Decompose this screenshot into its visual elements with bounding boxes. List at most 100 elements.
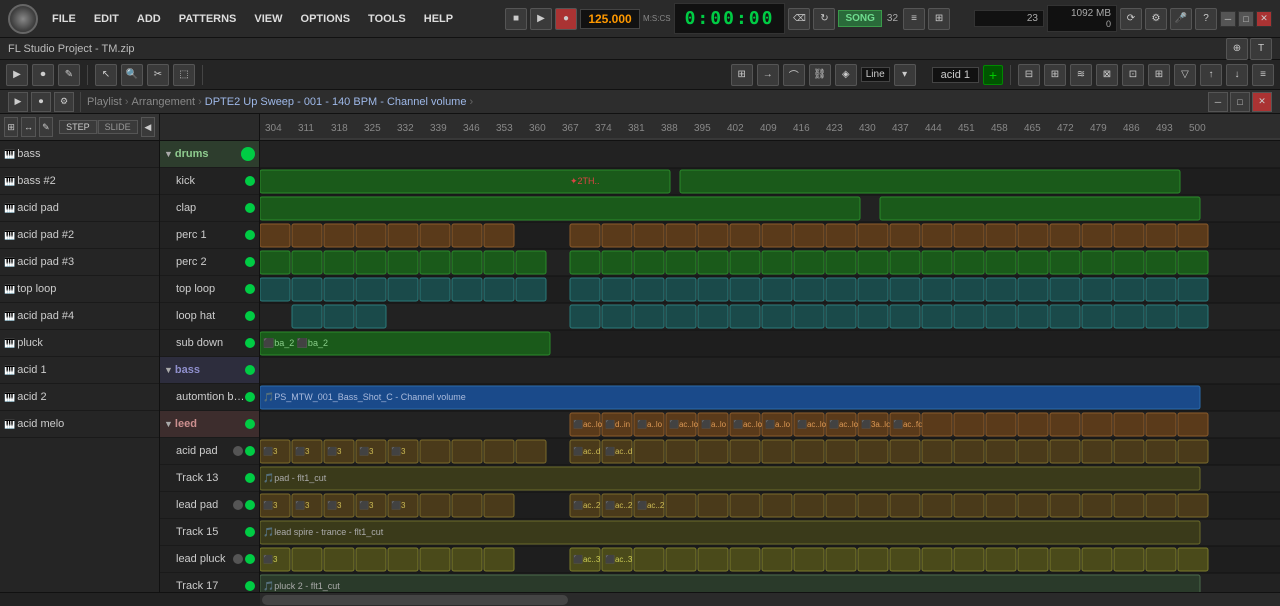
inst-bass[interactable]: 🎹 bass <box>0 141 159 168</box>
track-acidpad-leed[interactable]: acid pad <box>160 438 259 465</box>
add-pattern-btn[interactable]: + <box>983 65 1003 85</box>
vol-btn[interactable]: ◈ <box>835 64 857 86</box>
sidebar-arrow-left-btn[interactable]: ◀ <box>141 117 155 137</box>
track-perc2[interactable]: perc 2 <box>160 249 259 276</box>
dup-btn[interactable]: ⊡ <box>1122 64 1144 86</box>
track-leadpad[interactable]: lead pad <box>160 492 259 519</box>
inst-toploop[interactable]: 🎹 top loop <box>0 276 159 303</box>
scrollbar-right[interactable] <box>260 593 1280 606</box>
sidebar-collapse-btn[interactable]: ⊞ <box>4 117 18 137</box>
select-btn[interactable]: ⬚ <box>173 64 195 86</box>
toploop-dot[interactable] <box>245 284 255 294</box>
settings-btn[interactable]: ⚙ <box>1145 8 1167 30</box>
cursor-btn[interactable]: ↖ <box>95 64 117 86</box>
link-btn[interactable]: ⛓ <box>809 64 831 86</box>
track-kick[interactable]: kick <box>160 168 259 195</box>
mix-btn[interactable]: ≋ <box>1070 64 1092 86</box>
track-leadpluck[interactable]: lead pluck <box>160 546 259 573</box>
autombass-dot[interactable] <box>245 392 255 402</box>
menu-options[interactable]: OPTIONS <box>293 9 359 29</box>
playlist-max-btn[interactable]: □ <box>1230 92 1250 112</box>
scrollbar-thumb[interactable] <box>262 595 568 605</box>
playlist-close-btn[interactable]: ✕ <box>1252 92 1272 112</box>
win-close-btn[interactable]: ✕ <box>1256 11 1272 27</box>
track-autombass[interactable]: automtion bass <box>160 384 259 411</box>
track-loophat[interactable]: loop hat <box>160 303 259 330</box>
record2-btn[interactable]: ⏺ <box>32 64 54 86</box>
clap-dot[interactable] <box>245 203 255 213</box>
inst-acid1[interactable]: 🎹 acid 1 <box>0 357 159 384</box>
track-track17[interactable]: Track 17 <box>160 573 259 592</box>
play-btn[interactable]: ▶ <box>530 8 552 30</box>
track-group-bass[interactable]: ▼ bass <box>160 357 259 384</box>
inst-bass2[interactable]: 🎹 bass #2 <box>0 168 159 195</box>
bass-dot[interactable] <box>245 365 255 375</box>
leed-dot[interactable] <box>245 419 255 429</box>
record-btn[interactable]: ● <box>555 8 577 30</box>
track-toploop[interactable]: top loop <box>160 276 259 303</box>
inst-acidmelo[interactable]: 🎹 acid melo <box>0 411 159 438</box>
up-btn[interactable]: ↑ <box>1200 64 1222 86</box>
menu-tools[interactable]: TOOLS <box>360 9 414 29</box>
track-group-drums[interactable]: ▼ drums <box>160 141 259 168</box>
play2-btn[interactable]: ▶ <box>6 64 28 86</box>
collapse-btn[interactable]: ⊟ <box>1018 64 1040 86</box>
playlist-play-btn[interactable]: ▶ <box>8 92 28 112</box>
track13-dot[interactable] <box>245 473 255 483</box>
tool1-btn[interactable]: ✎ <box>58 64 80 86</box>
slide-btn[interactable]: SLIDE <box>98 120 138 134</box>
track17-dot[interactable] <box>245 581 255 591</box>
inst-pluck[interactable]: 🎹 pluck <box>0 330 159 357</box>
line-selector[interactable]: Line <box>861 67 890 82</box>
curve-btn[interactable]: ⌒ <box>783 64 805 86</box>
pattern-name[interactable]: acid 1 <box>932 67 979 83</box>
track-clap[interactable]: clap <box>160 195 259 222</box>
pattern-mode-btn[interactable]: ⌫ <box>788 8 810 30</box>
inst-acid2[interactable]: 🎹 acid 2 <box>0 384 159 411</box>
help-btn[interactable]: ? <box>1195 8 1217 30</box>
perc1-dot[interactable] <box>245 230 255 240</box>
copy-btn[interactable]: ⊞ <box>1148 64 1170 86</box>
playlist-gear-btn[interactable]: ⚙ <box>54 92 74 112</box>
cut-btn[interactable]: ✂ <box>147 64 169 86</box>
inst-acidpad3[interactable]: 🎹 acid pad #3 <box>0 249 159 276</box>
filter-btn[interactable]: ▽ <box>1174 64 1196 86</box>
track-track15[interactable]: Track 15 <box>160 519 259 546</box>
kick-dot[interactable] <box>245 176 255 186</box>
win-max-btn[interactable]: □ <box>1238 11 1254 27</box>
track-perc1[interactable]: perc 1 <box>160 222 259 249</box>
bpm-display[interactable]: 125.000 <box>580 9 640 29</box>
leadpad-dot[interactable] <box>245 500 255 510</box>
snap-btn[interactable]: T <box>1250 38 1272 60</box>
split-btn[interactable]: ⊠ <box>1096 64 1118 86</box>
sidebar-draw-btn[interactable]: ✎ <box>39 117 53 137</box>
menu-edit[interactable]: EDIT <box>86 9 127 29</box>
acidpad-dot[interactable] <box>245 446 255 456</box>
playlist-collapse-btn[interactable]: ─ <box>1208 92 1228 112</box>
track-group-leed[interactable]: ▼ leed <box>160 411 259 438</box>
stop-btn[interactable]: ■ <box>505 8 527 30</box>
step-btn[interactable]: STEP <box>59 120 97 134</box>
arrow-right-btn[interactable]: → <box>757 64 779 86</box>
magnet-btn[interactable]: ⊕ <box>1226 38 1248 60</box>
leadpad-collapse[interactable] <box>233 500 243 510</box>
track-track13[interactable]: Track 13 <box>160 465 259 492</box>
menu-file[interactable]: FILE <box>44 9 84 29</box>
track15-dot[interactable] <box>245 527 255 537</box>
zoom-btn[interactable]: 🔍 <box>121 64 143 86</box>
inst-acidpad[interactable]: 🎹 acid pad <box>0 195 159 222</box>
menu-patterns[interactable]: PATTerns <box>171 9 245 29</box>
snap-right-btn[interactable]: ⊞ <box>731 64 753 86</box>
acidpad-collapse[interactable] <box>233 446 243 456</box>
perc2-dot[interactable] <box>245 257 255 267</box>
menu-add[interactable]: ADD <box>129 9 169 29</box>
mic-btn[interactable]: 🎤 <box>1170 8 1192 30</box>
mixer-btn[interactable]: ≡ <box>903 8 925 30</box>
leadpluck-dot[interactable] <box>245 554 255 564</box>
channel-rack-btn[interactable]: ⊞ <box>928 8 950 30</box>
down-btn[interactable]: ↓ <box>1226 64 1248 86</box>
mute-btn[interactable]: ⊞ <box>1044 64 1066 86</box>
track-subdown[interactable]: sub down <box>160 330 259 357</box>
leadpluck-collapse[interactable] <box>233 554 243 564</box>
song-mode-btn[interactable]: SONG <box>838 10 881 27</box>
